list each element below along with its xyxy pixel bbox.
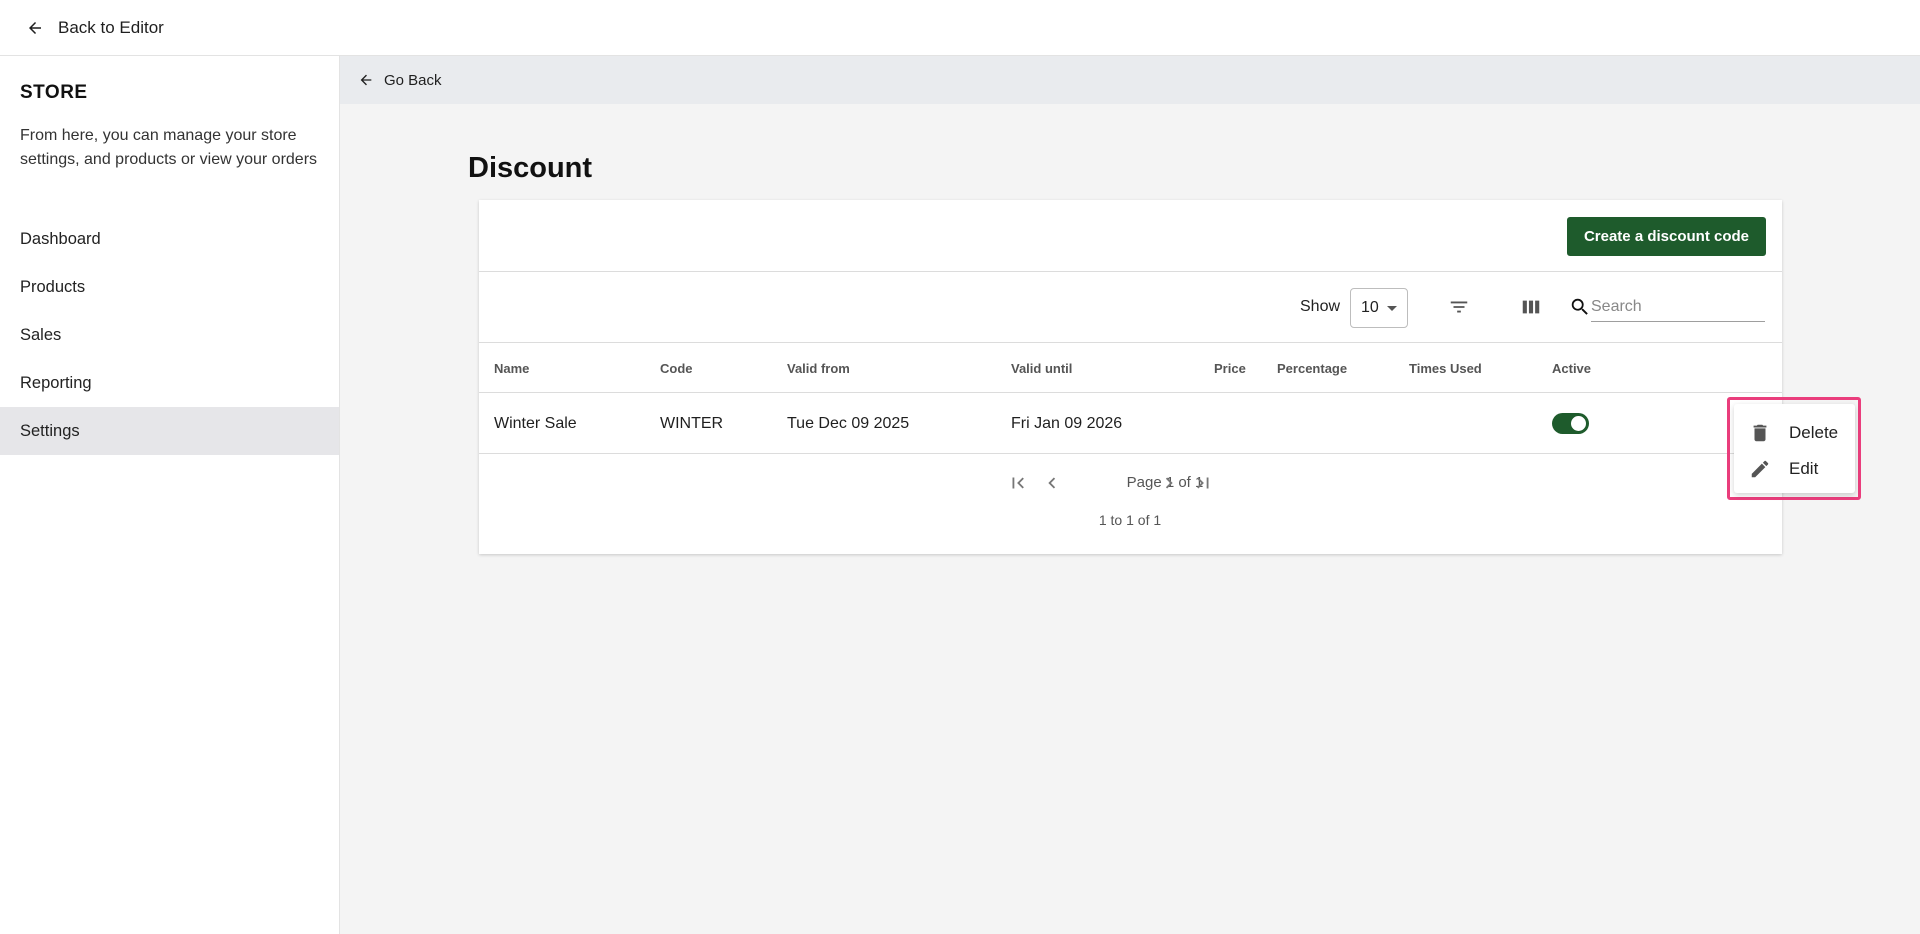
row-count: 1 to 1 of 1	[1098, 512, 1162, 528]
first-page-icon[interactable]	[1007, 472, 1029, 494]
back-to-editor-label: Back to Editor	[58, 17, 164, 37]
page-title: Discount	[468, 152, 593, 184]
top-bar: Back to Editor	[0, 0, 1920, 56]
column-header-percentage[interactable]: Percentage	[1277, 361, 1347, 376]
column-header-active[interactable]: Active	[1552, 361, 1591, 376]
pagination: Page 1 of 1 1 to 1 of 1	[479, 454, 1782, 554]
sidebar-item-sales[interactable]: Sales	[0, 311, 339, 359]
discount-table-card: Create a discount code Show 10 Name Code…	[479, 200, 1782, 554]
arrow-left-icon	[360, 74, 372, 86]
edit-label: Edit	[1789, 459, 1819, 478]
filter-icon[interactable]	[1448, 296, 1470, 318]
column-header-valid-from[interactable]: Valid from	[787, 361, 850, 376]
column-header-code[interactable]: Code	[660, 361, 693, 376]
column-header-times-used[interactable]: Times Used	[1409, 361, 1482, 376]
sidebar-item-reporting[interactable]: Reporting	[0, 359, 339, 407]
table-row[interactable]: Winter Sale WINTER Tue Dec 09 2025 Fri J…	[479, 393, 1782, 454]
sidebar-item-dashboard[interactable]: Dashboard	[0, 215, 339, 263]
page-size-select[interactable]: 10	[1350, 288, 1408, 328]
column-header-valid-until[interactable]: Valid until	[1011, 361, 1072, 376]
table-toolbar: Show 10	[479, 272, 1782, 343]
go-back-label: Go Back	[384, 71, 442, 89]
cell-valid-from: Tue Dec 09 2025	[787, 415, 910, 432]
cell-valid-until: Fri Jan 09 2026	[1011, 415, 1123, 432]
search-icon	[1571, 298, 1588, 315]
arrow-left-icon	[29, 21, 41, 34]
toggle-knob	[1571, 416, 1586, 431]
table-header: Name Code Valid from Valid until Price P…	[479, 343, 1782, 393]
sidebar-nav: Dashboard Products Sales Reporting Setti…	[0, 215, 339, 455]
create-discount-code-button[interactable]: Create a discount code	[1566, 217, 1766, 256]
page-size-value: 10	[1361, 299, 1379, 316]
columns-icon[interactable]	[1520, 296, 1542, 318]
card-header: Create a discount code	[479, 200, 1782, 272]
caret-down-icon	[1387, 306, 1397, 311]
delete-menu-item[interactable]: Delete	[1734, 415, 1855, 451]
trash-icon	[1753, 424, 1767, 442]
go-back-bar: Go Back	[340, 56, 1920, 104]
show-label: Show	[1300, 298, 1341, 315]
sidebar: STORE From here, you can manage your sto…	[0, 56, 340, 934]
cell-code: WINTER	[660, 415, 724, 432]
column-header-price[interactable]: Price	[1214, 361, 1246, 376]
delete-label: Delete	[1789, 423, 1839, 442]
store-description: From here, you can manage your store set…	[20, 127, 318, 168]
pencil-icon	[1751, 460, 1769, 478]
back-to-editor-button[interactable]: Back to Editor	[26, 18, 164, 38]
last-page-icon[interactable]	[1192, 472, 1214, 494]
go-back-button[interactable]: Go Back	[358, 72, 442, 89]
row-context-menu: Delete Edit	[1734, 404, 1855, 493]
sidebar-item-settings[interactable]: Settings	[0, 407, 339, 455]
sidebar-item-products[interactable]: Products	[0, 263, 339, 311]
cell-name: Winter Sale	[494, 415, 577, 432]
store-title: STORE	[20, 82, 88, 103]
previous-page-icon[interactable]	[1041, 472, 1063, 494]
main-content: Go Back Discount Create a discount code …	[340, 56, 1920, 934]
search-input[interactable]	[1591, 286, 1765, 322]
next-page-icon[interactable]	[1158, 472, 1180, 494]
edit-menu-item[interactable]: Edit	[1734, 451, 1855, 487]
column-header-name[interactable]: Name	[494, 361, 529, 376]
active-toggle[interactable]	[1552, 413, 1589, 434]
